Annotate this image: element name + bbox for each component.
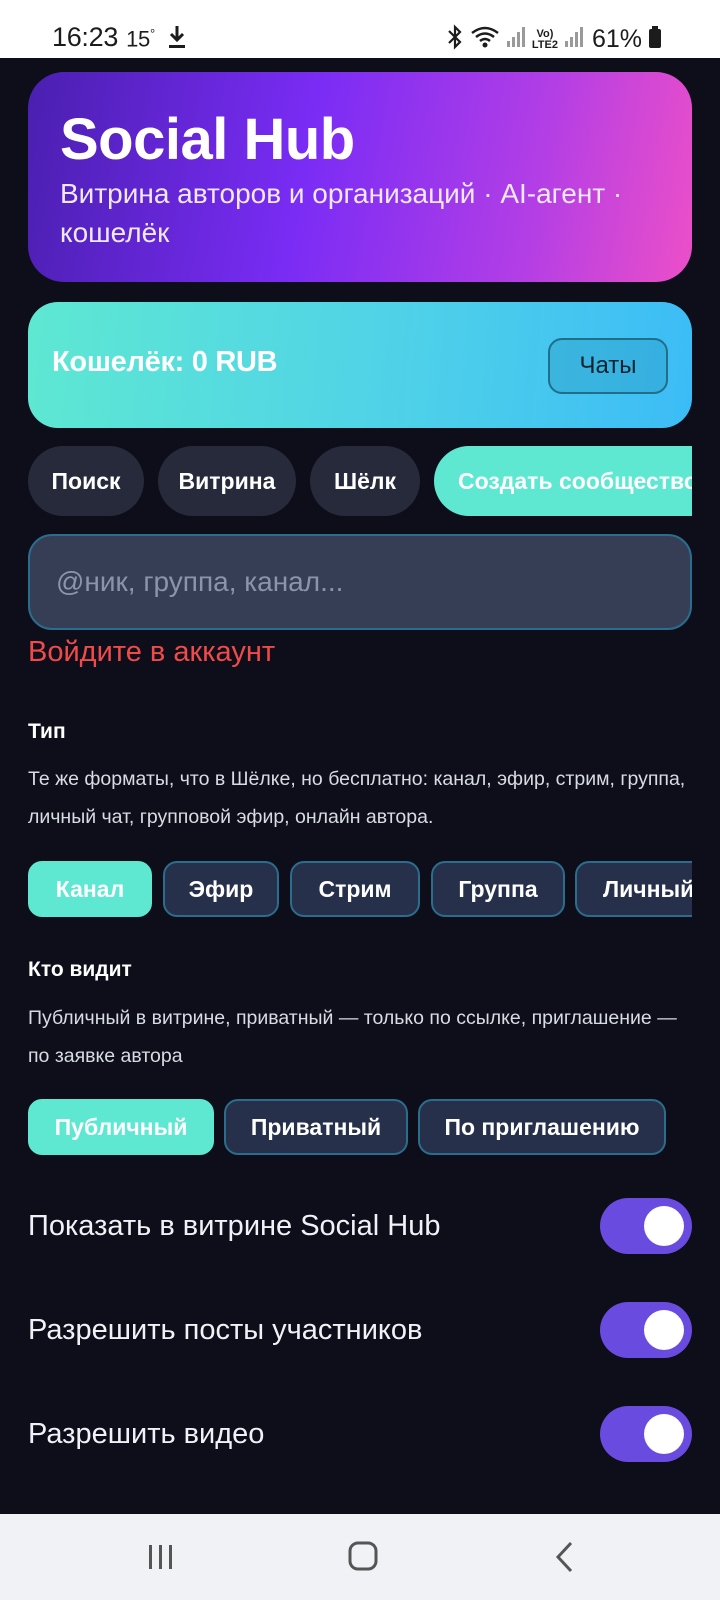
bluetooth-icon [446, 24, 464, 55]
nav-showcase[interactable]: Витрина [158, 446, 296, 516]
type-description: Те же форматы, что в Шёлке, но бесплатно… [28, 768, 686, 828]
back-icon[interactable] [553, 1540, 577, 1574]
nav-search[interactable]: Поиск [28, 446, 144, 516]
search-input[interactable]: @ник, группа, канал... [28, 534, 692, 630]
type-option-group[interactable]: Группа [431, 861, 565, 917]
wallet-balance: Кошелёк: 0 RUB [52, 346, 278, 378]
toggle-showcase: Показать в витрине Social Hub [28, 1198, 692, 1258]
nav-create-community[interactable]: Создать сообщество [434, 446, 692, 516]
switch-knob [644, 1206, 684, 1246]
status-left: 16:23 15° [52, 22, 187, 57]
download-icon [167, 24, 187, 57]
type-option-channel[interactable]: Канал [28, 861, 152, 917]
toggle-video-switch[interactable] [600, 1406, 692, 1462]
toggle-showcase-switch[interactable] [600, 1198, 692, 1254]
status-right: Vo) LTE2 61% [446, 24, 662, 55]
nav-silk[interactable]: Шёлк [310, 446, 420, 516]
login-warning: Войдите в аккаунт [28, 636, 276, 668]
toggle-member-posts: Разрешить посты участников [28, 1302, 692, 1362]
recent-apps-icon[interactable] [146, 1542, 176, 1572]
toggle-member-posts-switch[interactable] [600, 1302, 692, 1358]
lte-indicator: Vo) LTE2 [531, 28, 558, 51]
chats-button[interactable]: Чаты [548, 338, 668, 394]
main-content[interactable]: Social Hub Витрина авторов и организаций… [0, 58, 720, 1514]
type-option-broadcast[interactable]: Эфир [163, 861, 279, 917]
type-option-stream[interactable]: Стрим [290, 861, 420, 917]
visibility-public[interactable]: Публичный [28, 1099, 214, 1155]
visibility-options: Публичный Приватный По приглашению [28, 1099, 692, 1157]
signal-icon-2 [564, 25, 584, 54]
wifi-icon [470, 25, 500, 54]
toggle-member-posts-label: Разрешить посты участников [28, 1314, 423, 1346]
toggle-showcase-label: Показать в витрине Social Hub [28, 1210, 441, 1242]
type-title: Тип [28, 720, 66, 743]
section-nav: Поиск Витрина Шёлк Создать сообщество [28, 446, 692, 518]
status-bar: 16:23 15° Vo) LTE2 61% [0, 0, 720, 58]
temp-value: 15 [126, 26, 150, 52]
visibility-title: Кто видит [28, 958, 132, 981]
battery-percent: 61% [591, 25, 642, 53]
status-temperature: 15° [126, 26, 155, 52]
system-navigation-bar [0, 1514, 720, 1600]
toggle-video-label: Разрешить видео [28, 1418, 265, 1450]
type-options: Канал Эфир Стрим Группа Личный [28, 861, 692, 919]
visibility-private[interactable]: Приватный [224, 1099, 408, 1155]
type-option-personal[interactable]: Личный [575, 861, 692, 917]
app-title: Social Hub [60, 107, 355, 172]
lte-bottom: LTE2 [531, 38, 558, 51]
app-subtitle: Витрина авторов и организаций · AI-агент… [60, 178, 623, 248]
temp-unit: ° [149, 26, 155, 41]
visibility-invite[interactable]: По приглашению [418, 1099, 666, 1155]
battery-icon [648, 25, 662, 54]
status-time: 16:23 [52, 22, 119, 52]
toggle-video: Разрешить видео [28, 1406, 692, 1466]
wallet-card: Кошелёк: 0 RUB Чаты [28, 302, 692, 428]
home-icon[interactable] [347, 1540, 379, 1572]
signal-icon [506, 25, 526, 54]
hero-banner: Social Hub Витрина авторов и организаций… [28, 72, 692, 282]
visibility-description: Публичный в витрине, приватный — только … [28, 1007, 677, 1067]
switch-knob [644, 1310, 684, 1350]
switch-knob [644, 1414, 684, 1454]
